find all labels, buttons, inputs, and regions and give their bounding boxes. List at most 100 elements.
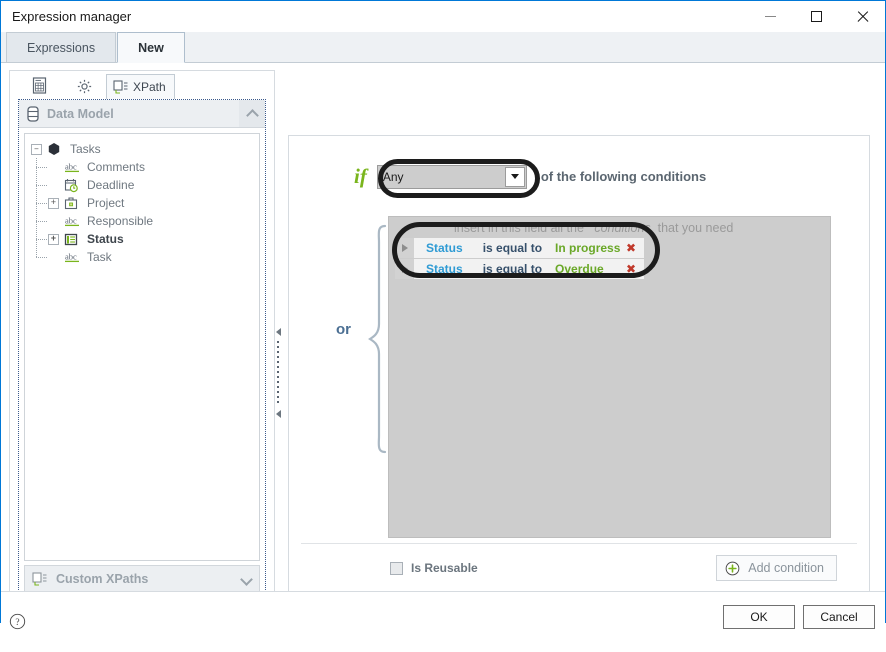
tree-node-label: Project bbox=[87, 196, 125, 210]
entity-icon bbox=[47, 142, 64, 157]
add-condition-button[interactable]: Add condition bbox=[716, 555, 837, 581]
tree-node-label: Tasks bbox=[70, 142, 101, 156]
settings-gear-icon bbox=[77, 79, 91, 93]
expander-plus-icon[interactable]: + bbox=[48, 233, 59, 245]
match-mode-row: if Any of the following conditions bbox=[354, 164, 706, 189]
tree-node-label: Responsible bbox=[87, 214, 154, 228]
reference-icon bbox=[64, 196, 81, 211]
triangle-right-icon bbox=[401, 244, 408, 252]
expression-builder-panel: if Any of the following conditions or in… bbox=[288, 135, 870, 602]
svg-text:abc: abc bbox=[65, 251, 77, 261]
expander-minus-icon[interactable]: – bbox=[31, 143, 42, 155]
tree-node-status[interactable]: + Status bbox=[36, 230, 259, 248]
expand-condition-button[interactable] bbox=[395, 238, 414, 258]
minimize-icon bbox=[764, 16, 776, 17]
close-icon bbox=[856, 10, 869, 23]
xpath-icon bbox=[113, 79, 128, 94]
checkbox-box-icon bbox=[390, 561, 403, 575]
tab-new[interactable]: New bbox=[117, 32, 185, 63]
maximize-icon bbox=[810, 11, 822, 22]
conditions-watermark: insert in this field all the conditions … bbox=[454, 221, 733, 235]
condition-row[interactable]: Status is equal to In progress ✖ bbox=[395, 238, 644, 258]
expand-condition-button[interactable] bbox=[395, 259, 414, 279]
cancel-button[interactable]: Cancel bbox=[803, 605, 875, 629]
collapse-left-arrow-icon bbox=[275, 410, 281, 418]
abc-text-icon: abc bbox=[64, 250, 81, 265]
chevron-down-icon bbox=[242, 575, 251, 584]
match-mode-value: Any bbox=[382, 169, 404, 184]
group-operator-label: or bbox=[336, 321, 351, 338]
condition-field[interactable]: Status bbox=[426, 241, 463, 255]
tab-strip: Expressions New bbox=[1, 32, 885, 63]
help-icon: ? bbox=[9, 613, 26, 630]
window-controls bbox=[747, 1, 885, 32]
tree-children: abc Comments Deadline + Project abc Resp… bbox=[31, 158, 259, 266]
footer-divider bbox=[301, 543, 857, 544]
conditions-drop-area[interactable]: insert in this field all the conditions … bbox=[388, 216, 831, 538]
abc-text-icon: abc bbox=[64, 160, 81, 175]
data-source-button[interactable] bbox=[18, 73, 62, 99]
chevron-down-icon bbox=[510, 174, 519, 179]
watermark-prefix: insert in this field all the bbox=[454, 221, 584, 235]
data-source-icon bbox=[32, 77, 46, 94]
tree-connector bbox=[36, 167, 47, 168]
delete-condition-button[interactable]: ✖ bbox=[626, 262, 636, 276]
condition-value[interactable]: In progress bbox=[555, 241, 620, 255]
tree-node-project[interactable]: + Project bbox=[36, 194, 259, 212]
watermark-suffix: that you need bbox=[657, 221, 734, 235]
data-model-container: Data Model – Tasks abc Comments Deadline… bbox=[18, 99, 266, 598]
expander-plus-icon[interactable]: + bbox=[48, 197, 59, 209]
left-panel: XPath Data Model – Tasks abc Comments De… bbox=[9, 70, 275, 607]
watermark-emphasis: conditions bbox=[594, 221, 651, 235]
custom-xpaths-expand-button[interactable] bbox=[233, 566, 259, 593]
splitter-grip bbox=[277, 341, 279, 405]
collapse-left-arrow-icon bbox=[275, 328, 281, 336]
condition-row[interactable]: Status is equal to Overdue ✖ bbox=[395, 259, 644, 279]
tree-node-responsible[interactable]: abc Responsible bbox=[36, 212, 259, 230]
tree-node-comments[interactable]: abc Comments bbox=[36, 158, 259, 176]
add-condition-label: Add condition bbox=[748, 561, 824, 575]
tree-node-deadline[interactable]: Deadline bbox=[36, 176, 259, 194]
data-model-title: Data Model bbox=[47, 106, 114, 121]
title-bar: Expression manager bbox=[1, 1, 885, 32]
dropdown-toggle-button[interactable] bbox=[504, 166, 525, 187]
condition-operator[interactable]: is equal to bbox=[483, 241, 542, 255]
tree-connector bbox=[36, 257, 47, 258]
panel-splitter[interactable] bbox=[271, 328, 285, 418]
is-reusable-checkbox[interactable]: Is Reusable bbox=[390, 561, 478, 575]
maximize-button[interactable] bbox=[793, 1, 839, 32]
is-reusable-label: Is Reusable bbox=[411, 561, 478, 575]
close-button[interactable] bbox=[839, 1, 885, 32]
xpath-tab[interactable]: XPath bbox=[106, 74, 175, 99]
settings-button[interactable] bbox=[62, 73, 106, 99]
condition-field[interactable]: Status bbox=[426, 262, 463, 276]
ok-button[interactable]: OK bbox=[723, 605, 795, 629]
tree-node-label: Status bbox=[87, 232, 124, 246]
match-mode-dropdown[interactable]: Any bbox=[376, 164, 527, 189]
tree-connector bbox=[36, 185, 47, 186]
data-model-tree: – Tasks abc Comments Deadline + Project … bbox=[24, 133, 260, 561]
window-title: Expression manager bbox=[12, 9, 132, 24]
custom-xpaths-section[interactable]: Custom XPaths bbox=[24, 565, 260, 593]
database-icon bbox=[27, 105, 39, 122]
custom-xpaths-label: Custom XPaths bbox=[56, 572, 149, 586]
condition-value[interactable]: Overdue bbox=[555, 262, 604, 276]
tree-connector bbox=[36, 203, 47, 204]
condition-operator[interactable]: is equal to bbox=[483, 262, 542, 276]
data-model-header: Data Model bbox=[19, 100, 265, 128]
abc-text-icon: abc bbox=[64, 214, 81, 229]
tree-node-tasks[interactable]: – Tasks bbox=[31, 140, 259, 158]
tree-node-task[interactable]: abc Task bbox=[36, 248, 259, 266]
tab-expressions[interactable]: Expressions bbox=[6, 32, 117, 62]
svg-text:abc: abc bbox=[65, 161, 77, 171]
tree-node-label: Deadline bbox=[87, 178, 135, 192]
delete-condition-button[interactable]: ✖ bbox=[626, 241, 636, 255]
tree-node-label: Task bbox=[87, 250, 112, 264]
expression-manager-window: Expression manager Expressions New XPath… bbox=[0, 0, 886, 652]
enum-icon bbox=[64, 232, 81, 247]
minimize-button[interactable] bbox=[747, 1, 793, 32]
triangle-right-icon bbox=[401, 265, 408, 273]
help-button[interactable]: ? bbox=[9, 613, 26, 633]
group-brace-icon bbox=[368, 224, 387, 454]
data-model-collapse-button[interactable] bbox=[239, 100, 265, 127]
